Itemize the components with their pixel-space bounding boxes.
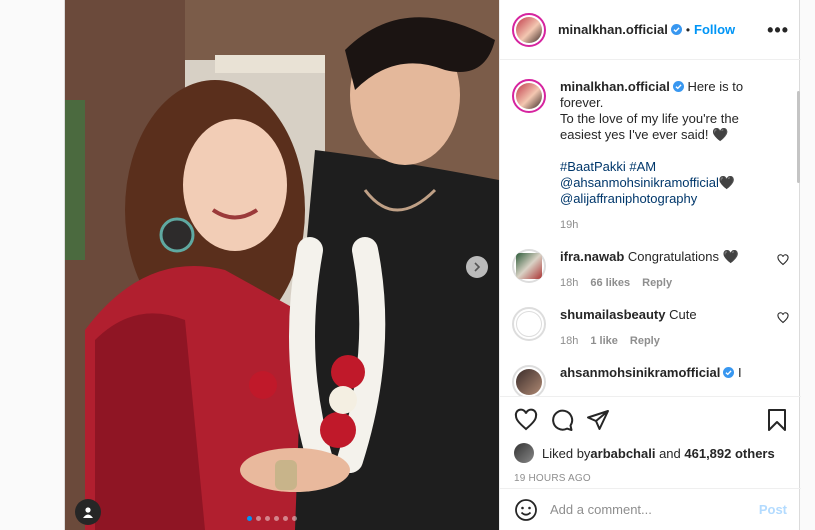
caption-mention-2[interactable]: @alijaffraniphotography bbox=[560, 191, 697, 206]
bookmark-icon[interactable] bbox=[765, 408, 789, 432]
liker-avatar[interactable] bbox=[514, 443, 534, 463]
author-username[interactable]: minalkhan.official bbox=[558, 22, 668, 37]
comments-scrollbar[interactable] bbox=[795, 61, 801, 396]
comment-text: I bbox=[738, 365, 742, 380]
post-timestamp[interactable]: 19 HOURS AGO bbox=[514, 473, 789, 484]
comment-meta: 18h 1 like Reply bbox=[560, 333, 765, 349]
liker-username[interactable]: arbabchali bbox=[590, 446, 655, 461]
comment-text: Cute bbox=[669, 307, 697, 322]
carousel-dot bbox=[265, 516, 270, 521]
comment-row: ahsanmohsinikramofficial I bbox=[512, 365, 789, 396]
chevron-right-icon bbox=[474, 262, 481, 272]
comment-username[interactable]: ahsanmohsinikramofficial bbox=[560, 365, 720, 380]
carousel-dot bbox=[256, 516, 261, 521]
caption-mention-1[interactable]: @ahsanmohsinikramofficial🖤 bbox=[560, 175, 735, 190]
comment-age: 18h bbox=[560, 335, 579, 347]
comment-text: Congratulations 🖤 bbox=[627, 249, 739, 264]
verified-icon bbox=[723, 367, 735, 378]
comment-age: 18h bbox=[560, 277, 579, 289]
comment-icon[interactable] bbox=[550, 408, 574, 432]
post-photo[interactable] bbox=[65, 0, 499, 530]
carousel-dot bbox=[283, 516, 288, 521]
more-icon[interactable]: ••• bbox=[767, 21, 789, 39]
verified-icon bbox=[672, 81, 684, 92]
emoji-icon[interactable] bbox=[514, 498, 538, 522]
post-card: minalkhan.official • Follow ••• minalkha… bbox=[64, 0, 801, 530]
next-slide-button[interactable] bbox=[466, 256, 488, 278]
reply-button[interactable]: Reply bbox=[642, 275, 672, 291]
carousel-dot bbox=[247, 516, 252, 521]
heart-icon[interactable] bbox=[777, 312, 789, 324]
action-icons bbox=[514, 407, 789, 433]
caption-age: 19h bbox=[560, 219, 579, 231]
couple-photo-illustration bbox=[65, 0, 499, 530]
user-tag-icon bbox=[83, 507, 93, 518]
heart-icon[interactable] bbox=[777, 254, 789, 266]
heart-icon[interactable] bbox=[514, 408, 538, 432]
commenter-avatar[interactable] bbox=[512, 307, 546, 341]
carousel-indicator bbox=[247, 516, 297, 521]
comment-username[interactable]: shumailasbeauty bbox=[560, 307, 666, 322]
caption-username[interactable]: minalkhan.official bbox=[560, 79, 670, 94]
comment-likes[interactable]: 66 likes bbox=[590, 275, 630, 291]
add-comment-bar: Post bbox=[500, 488, 801, 530]
instagram-post-modal: minalkhan.official • Follow ••• minalkha… bbox=[0, 0, 815, 530]
verified-icon bbox=[670, 24, 682, 35]
post-header: minalkhan.official • Follow ••• bbox=[500, 0, 801, 60]
caption-body: minalkhan.official Here is to forever. T… bbox=[560, 79, 789, 233]
caption-row: minalkhan.official Here is to forever. T… bbox=[512, 79, 789, 233]
post-comment-button[interactable]: Post bbox=[759, 502, 787, 517]
reply-button[interactable]: Reply bbox=[630, 333, 660, 349]
likes-prefix: Liked by bbox=[542, 445, 591, 461]
post-sidebar: minalkhan.official • Follow ••• minalkha… bbox=[499, 0, 801, 530]
likes-count[interactable]: 461,892 others bbox=[684, 446, 774, 461]
comment-body: ahsanmohsinikramofficial I bbox=[560, 365, 789, 381]
likes-summary: Liked by arbabchali and 461,892 others bbox=[514, 443, 789, 463]
follow-button[interactable]: Follow bbox=[694, 22, 735, 37]
share-icon[interactable] bbox=[586, 408, 610, 432]
comment-row: ifra.nawab Congratulations 🖤 18h 66 like… bbox=[512, 249, 789, 291]
caption-hashtags[interactable]: #BaatPakki #AM bbox=[560, 159, 656, 174]
carousel-dot bbox=[274, 516, 279, 521]
author-avatar[interactable] bbox=[512, 12, 546, 47]
author-avatar[interactable] bbox=[512, 79, 546, 113]
user-tag-button[interactable] bbox=[75, 499, 101, 525]
comment-row: shumailasbeauty Cute 18h 1 like Reply bbox=[512, 307, 789, 349]
caption-meta: 19h bbox=[560, 217, 765, 233]
header-separator: • bbox=[685, 22, 691, 37]
comment-username[interactable]: ifra.nawab bbox=[560, 249, 624, 264]
carousel-dot bbox=[292, 516, 297, 521]
likes-middle: and bbox=[655, 445, 685, 461]
comment-likes[interactable]: 1 like bbox=[590, 333, 618, 349]
caption-line2: To the love of my life you're the easies… bbox=[560, 111, 739, 142]
post-actions: Liked by arbabchali and 461,892 others 1… bbox=[500, 396, 801, 484]
comment-body: shumailasbeauty Cute 18h 1 like Reply bbox=[560, 307, 789, 349]
comment-body: ifra.nawab Congratulations 🖤 18h 66 like… bbox=[560, 249, 789, 291]
commenter-avatar[interactable] bbox=[512, 249, 546, 283]
comment-meta: 18h 66 likes Reply bbox=[560, 275, 765, 291]
commenter-avatar[interactable] bbox=[512, 365, 546, 396]
comments-list[interactable]: minalkhan.official Here is to forever. T… bbox=[500, 61, 789, 396]
comment-input[interactable] bbox=[550, 502, 759, 517]
